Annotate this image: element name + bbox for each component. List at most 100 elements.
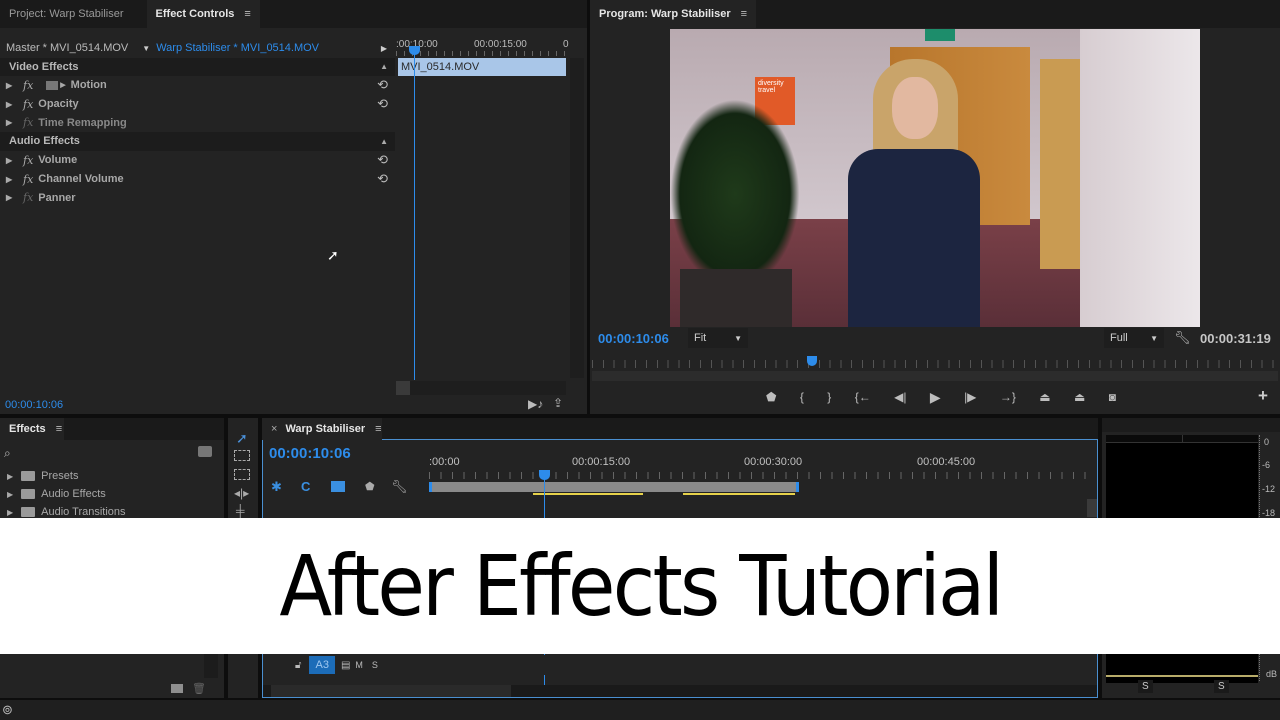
mute-track-button[interactable]: M [355,660,363,670]
monitor-ruler[interactable] [592,360,1278,368]
tab-project[interactable]: Project: Warp Stabiliser [0,0,133,28]
section-video-effects[interactable]: Video Effects ▲ [0,57,395,77]
expand-triangle-icon[interactable]: ▶ [6,156,12,165]
add-button[interactable]: + [1258,386,1268,406]
marker-icon[interactable]: ⬟ [365,480,375,493]
effect-row-panner[interactable]: ▶ fx Panner [0,189,395,208]
expand-triangle-icon[interactable]: ▶ [7,490,13,499]
panel-menu-icon[interactable]: ≡ [56,423,62,435]
section-audio-effects[interactable]: Audio Effects ▲ [0,132,395,151]
list-item[interactable]: ▶ Audio Effects [0,485,106,503]
expand-triangle-icon[interactable]: ▶ [6,175,12,184]
current-timecode[interactable]: 00:00:10:06 [5,399,63,411]
track-select-backward-icon[interactable] [234,469,250,480]
zoom-scrollbar[interactable] [592,371,1278,381]
expand-triangle-icon[interactable]: ▶ [6,118,12,127]
vertical-scrollbar[interactable] [204,654,218,678]
lift-button[interactable]: ⏏ [1039,390,1050,404]
go-to-out-button[interactable]: →} [1000,390,1016,404]
effect-row-motion[interactable]: ▶ fx ▶ Motion ⟲ [0,76,395,95]
panel-menu-icon[interactable]: ≡ [244,8,250,20]
expand-triangle-icon[interactable]: ▶ [7,508,13,517]
play-only-audio-icon[interactable]: ▶ [381,44,387,53]
expand-triangle-icon[interactable]: ▶ [6,100,12,109]
expand-triangle-icon[interactable]: ▶ [6,81,12,90]
reset-icon[interactable]: ⟲ [377,152,388,168]
tab-warp-stabiliser[interactable]: × Warp Stabiliser ≡ [262,418,382,440]
timeline-horizontal-scrollbar[interactable] [263,685,1097,697]
new-bin-folder-icon[interactable] [171,684,183,693]
tab-program[interactable]: Program: Warp Stabiliser ≡ [590,0,757,28]
new-custom-bin-icon[interactable] [198,446,212,457]
reset-icon[interactable]: ⟲ [377,171,388,187]
lock-icon[interactable]: 🔓︎ [295,660,301,671]
effect-controls-timeline[interactable]: :00:10:00 00:00:15:00 0 MVI_0514.MOV [396,38,569,398]
export-icon[interactable]: ⇪ [553,396,563,410]
chevron-down-icon[interactable]: ▼ [142,44,150,53]
rolling-edit-icon[interactable]: ╪ [236,504,245,518]
selection-tool-icon[interactable]: ➚ [236,430,248,447]
solo-left-button[interactable]: S [1138,680,1153,693]
step-forward-button[interactable]: |▶ [964,390,976,404]
collapse-icon[interactable]: ▲ [380,137,388,146]
ripple-edit-icon[interactable]: ◂|▸ [234,486,249,500]
reset-icon[interactable]: ⟲ [377,77,388,93]
fx-icon[interactable]: fx [23,173,33,186]
timeline-timecode[interactable]: 00:00:10:06 [269,445,351,462]
expand-triangle-icon[interactable]: ▶ [7,472,13,481]
reset-icon[interactable]: ⟲ [377,96,388,112]
trash-icon[interactable]: 🗑︎ [192,682,206,695]
fx-icon[interactable]: fx [23,191,33,204]
master-clip-label[interactable]: Master * MVI_0514.MOV [6,42,128,54]
track-select-forward-icon[interactable] [234,450,250,461]
linked-selection-icon[interactable]: C [301,479,310,494]
solo-right-button[interactable]: S [1214,680,1229,693]
collapse-icon[interactable]: ▲ [380,62,388,71]
playhead-line[interactable] [414,48,415,380]
list-item[interactable]: ▶ Presets [0,467,78,485]
effect-row-channel-volume[interactable]: ▶ fx Channel Volume ⟲ [0,170,395,189]
panel-menu-icon[interactable]: ≡ [741,8,747,20]
snap-icon[interactable]: ✱ [271,479,282,495]
mark-in-button[interactable]: { [800,390,804,404]
play-button[interactable]: ▶ [930,389,941,406]
resolution-select[interactable]: Full ▼ [1104,328,1164,348]
fx-icon[interactable]: fx [23,98,33,111]
timeline-vertical-scrollbar[interactable] [1087,499,1097,517]
add-marker-timeline-icon[interactable] [331,481,345,492]
export-frame-button[interactable]: ◙ [1109,390,1116,404]
vertical-scrollbar[interactable] [570,58,584,378]
creative-cloud-icon[interactable]: ⊚ [2,702,13,718]
mark-out-button[interactable]: } [827,390,831,404]
add-marker-button[interactable]: ⬟ [766,390,776,404]
effects-search-input[interactable] [16,445,188,461]
panel-menu-icon[interactable]: ≡ [375,423,381,435]
horizontal-scrollbar[interactable] [396,381,566,395]
work-area-bar[interactable] [429,482,799,492]
sequence-clip-label[interactable]: Warp Stabiliser * MVI_0514.MOV [156,42,319,54]
sync-lock-icon[interactable]: ▤ [341,660,350,671]
fx-icon[interactable]: fx [23,79,33,92]
close-tab-icon[interactable]: × [271,423,277,435]
effect-row-time-remapping[interactable]: ▶ fx Time Remapping [0,114,395,133]
track-target-a3[interactable]: A3 [309,656,335,674]
tab-effects[interactable]: Effects ≡ [0,418,64,440]
effect-row-volume[interactable]: ▶ fx Volume ⟲ [0,151,395,170]
go-to-in-button[interactable]: {← [855,390,871,404]
fx-icon[interactable]: fx [23,154,33,167]
program-video-frame[interactable]: diversity travel [670,29,1200,327]
wrench-icon[interactable]: 🔧︎ [1174,330,1191,346]
timeline-ruler-ticks[interactable] [429,472,1089,479]
fx-icon[interactable]: fx [23,116,33,129]
playhead-timecode[interactable]: 00:00:10:06 [598,331,669,346]
expand-triangle-icon[interactable]: ▶ [6,193,12,202]
step-back-button[interactable]: ◀| [894,390,906,404]
settings-wrench-icon[interactable]: 🔧︎ [391,479,408,495]
play-audio-icon[interactable]: ▶♪ [528,397,543,411]
playhead-handle[interactable] [409,46,420,55]
playhead-handle[interactable] [806,356,817,366]
timeline-playhead-handle[interactable] [539,470,550,480]
clip-bar[interactable]: MVI_0514.MOV [398,58,566,76]
effect-row-opacity[interactable]: ▶ fx Opacity ⟲ [0,95,395,114]
zoom-level-select[interactable]: Fit ▼ [688,328,748,348]
